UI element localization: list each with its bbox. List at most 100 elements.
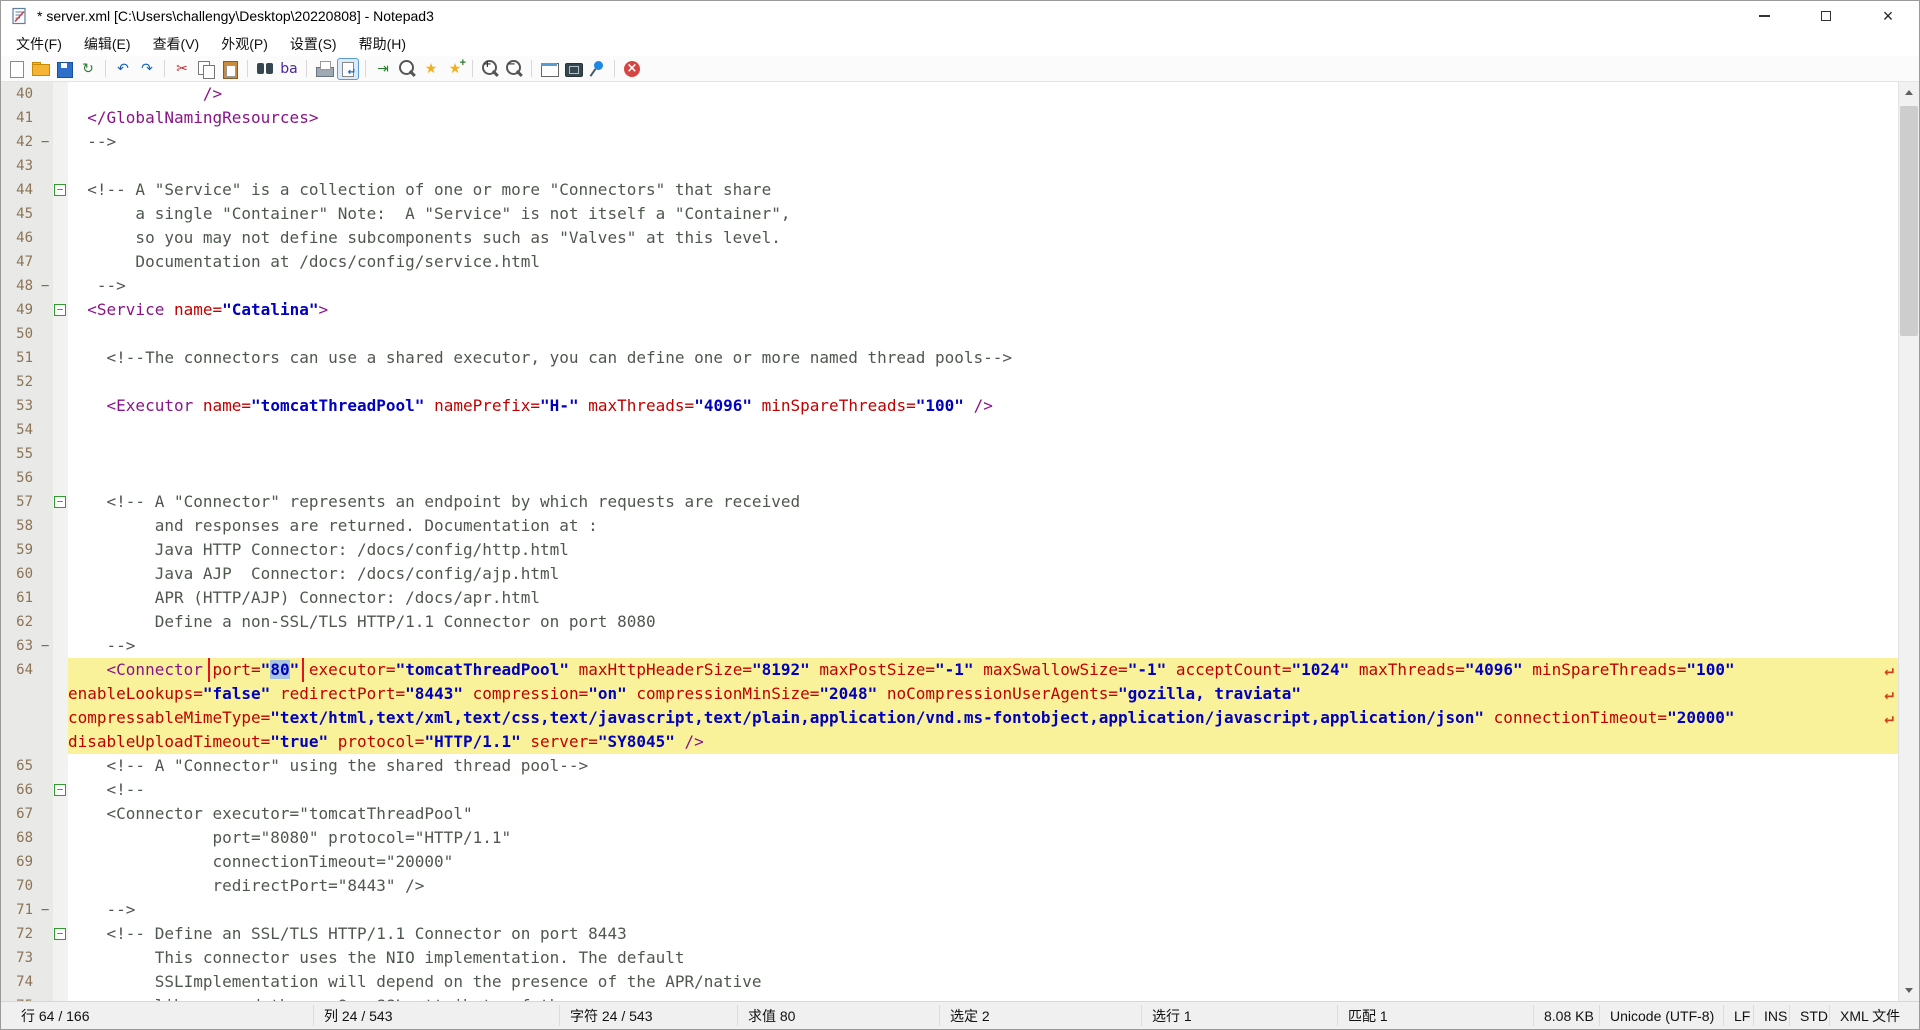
close-button[interactable]: × [1857,1,1919,31]
code-line-71[interactable]: 71− --> [1,898,1898,922]
focus-view-icon[interactable] [562,58,584,80]
fold-margin[interactable]: − [53,778,68,802]
fold-collapse-icon[interactable]: − [54,784,66,796]
code-line-53[interactable]: 53 <Executor name="tomcatThreadPool" nam… [1,394,1898,418]
code-text[interactable] [68,418,1898,442]
code-line-56[interactable]: 56 [1,466,1898,490]
fold-margin[interactable]: − [53,490,68,514]
code-line-72[interactable]: 72− <!-- Define an SSL/TLS HTTP/1.1 Conn… [1,922,1898,946]
redo-icon[interactable]: ↷ [136,58,158,80]
code-line-66[interactable]: 66 − <!-- [1,778,1898,802]
code-text[interactable]: library and the useOpenSSL attribute of … [68,994,1898,1001]
line-number[interactable]: 66 [1,778,39,802]
code-line-43[interactable]: 43 [1,154,1898,178]
always-on-top-icon[interactable] [586,58,608,80]
code-line-67[interactable]: 67 <Connector executor="tomcatThreadPool… [1,802,1898,826]
code-text[interactable]: /> [68,82,1898,106]
code-text[interactable] [68,442,1898,466]
line-number[interactable]: 70 [1,874,39,898]
code-text[interactable]: <Service name="Catalina"> [68,298,1898,322]
status-character[interactable]: 字符 24 / 543 [559,1005,653,1026]
fold-end-margin[interactable]: − [39,634,53,658]
exit-icon[interactable]: × [621,58,643,80]
code-text[interactable]: <!-- [68,778,1898,802]
code-line-48[interactable]: 48− --> [1,274,1898,298]
add-favorite-icon[interactable]: ★ [444,58,466,80]
code-line-55[interactable]: 55 [1,442,1898,466]
menu-file[interactable]: 文件(F) [5,31,73,56]
status-encoding[interactable]: Unicode (UTF-8) [1599,1005,1714,1026]
favorites-icon[interactable]: ★ [420,58,442,80]
code-line-75[interactable]: 75 library and the useOpenSSL attribute … [1,994,1898,1001]
code-line-49[interactable]: 49− <Service name="Catalina"> [1,298,1898,322]
code-text[interactable]: <!-- A "Connector" using the shared thre… [68,754,1898,778]
menu-view[interactable]: 查看(V) [142,31,211,56]
word-wrap-icon[interactable] [337,58,359,80]
code-text[interactable]: so you may not define subcomponents such… [68,226,1898,250]
code-line-46[interactable]: 46 so you may not define subcomponents s… [1,226,1898,250]
line-number[interactable]: 65 [1,754,39,778]
status-line[interactable]: 行 64 / 166 [11,1005,90,1026]
code-text[interactable]: enableLookups="false" redirectPort="8443… [68,682,1898,706]
code-text[interactable]: APR (HTTP/AJP) Connector: /docs/apr.html [68,586,1898,610]
code-text[interactable]: --> [68,274,1898,298]
vertical-scrollbar[interactable] [1898,82,1919,1001]
code-line-44[interactable]: 44− <!-- A "Service" is a collection of … [1,178,1898,202]
line-number[interactable]: 64 [1,658,39,682]
print-icon[interactable] [313,58,335,80]
code-text[interactable]: <Executor name="tomcatThreadPool" namePr… [68,394,1898,418]
code-line-41[interactable]: 41 </GlobalNamingResources> [1,106,1898,130]
code-line-68[interactable]: 68 port="8080" protocol="HTTP/1.1" [1,826,1898,850]
line-number[interactable] [1,682,39,706]
line-number[interactable]: 71 [1,898,39,922]
line-number[interactable]: 73 [1,946,39,970]
line-number[interactable]: 42 [1,130,39,154]
fold-end-margin[interactable]: − [39,274,53,298]
status-insert-mode[interactable]: INS [1753,1005,1787,1026]
paste-icon[interactable] [219,58,241,80]
line-number[interactable]: 62 [1,610,39,634]
code-text[interactable]: <Connector executor="tomcatThreadPool" [68,802,1898,826]
code-line-42[interactable]: 42− --> [1,130,1898,154]
line-number[interactable]: 67 [1,802,39,826]
fold-end-margin[interactable]: − [39,130,53,154]
line-number[interactable]: 60 [1,562,39,586]
scroll-down-button[interactable] [1899,981,1919,1001]
scrollbar-thumb[interactable] [1900,106,1918,336]
code-text[interactable]: </GlobalNamingResources> [68,106,1898,130]
line-number[interactable]: 69 [1,850,39,874]
scheme-config-icon[interactable] [538,58,560,80]
code-line-73[interactable]: 73 This connector uses the NIO implement… [1,946,1898,970]
code-text[interactable]: Java HTTP Connector: /docs/config/http.h… [68,538,1898,562]
menu-edit[interactable]: 编辑(E) [73,31,142,56]
cut-icon[interactable]: ✂ [171,58,193,80]
line-number[interactable]: 72 [1,922,39,946]
code-line-70[interactable]: 70 redirectPort="8443" /> [1,874,1898,898]
line-number[interactable]: 51 [1,346,39,370]
menu-help[interactable]: 帮助(H) [348,31,417,56]
code-line-58[interactable]: 58 and responses are returned. Documenta… [1,514,1898,538]
status-selection[interactable]: 选定 2 [939,1005,990,1026]
code-line-60[interactable]: 60 Java AJP Connector: /docs/config/ajp.… [1,562,1898,586]
code-text[interactable]: connectionTimeout="20000" [68,850,1898,874]
code-text[interactable]: --> [68,634,1898,658]
status-std-mode[interactable]: STD [1789,1005,1828,1026]
zoom-view-icon[interactable] [396,58,418,80]
line-number[interactable]: 45 [1,202,39,226]
code-line-64-wrap1[interactable]: enableLookups="false" redirectPort="8443… [1,682,1898,706]
zoom-in-icon[interactable]: + [479,58,501,80]
line-number[interactable]: 63 [1,634,39,658]
code-line-64-wrap3[interactable]: disableUploadTimeout="true" protocol="HT… [1,730,1898,754]
code-text[interactable]: redirectPort="8443" /> [68,874,1898,898]
code-text[interactable]: a single "Container" Note: A "Service" i… [68,202,1898,226]
fold-margin[interactable]: − [53,922,68,946]
status-file-type[interactable]: XML 文件 [1829,1005,1900,1026]
line-number[interactable]: 40 [1,82,39,106]
fold-collapse-icon[interactable]: − [54,304,66,316]
code-text[interactable]: port="8080" protocol="HTTP/1.1" [68,826,1898,850]
code-line-63[interactable]: 63− --> [1,634,1898,658]
line-number[interactable]: 44 [1,178,39,202]
status-file-size[interactable]: 8.08 KB [1533,1005,1594,1026]
code-line-52[interactable]: 52 [1,370,1898,394]
line-number[interactable]: 41 [1,106,39,130]
